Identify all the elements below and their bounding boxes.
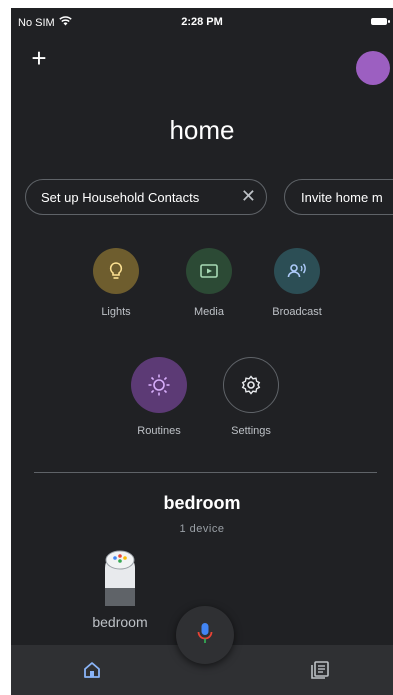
action-label: Routines	[137, 425, 181, 437]
gear-icon	[223, 357, 279, 413]
media-icon	[186, 248, 232, 294]
status-bar: No SIM 2:28 PM	[11, 8, 393, 34]
action-label: Broadcast	[272, 306, 322, 318]
app-screen: No SIM 2:28 PM + home Set up Household C…	[11, 8, 393, 695]
device-label: bedroom	[92, 614, 148, 630]
close-icon[interactable]: ✕	[241, 186, 256, 207]
smart-speaker-icon	[99, 546, 141, 608]
avatar[interactable]	[356, 51, 390, 85]
settings-action[interactable]: Settings	[206, 357, 296, 437]
broadcast-action[interactable]: Broadcast	[252, 248, 342, 318]
chip-label: Invite home m	[301, 189, 383, 205]
mic-icon	[197, 621, 213, 650]
action-label: Settings	[231, 425, 271, 437]
lights-action[interactable]: Lights	[71, 248, 161, 318]
home-title: home	[169, 115, 235, 145]
suggestion-chips: Set up Household Contacts ✕ Invite home …	[25, 179, 393, 219]
divider	[34, 472, 377, 473]
feed-icon[interactable]	[309, 659, 331, 681]
routines-icon	[131, 357, 187, 413]
broadcast-icon	[274, 248, 320, 294]
room-device-count: 1 device	[179, 523, 225, 535]
battery-icon	[371, 18, 390, 25]
home-icon[interactable]	[81, 659, 103, 681]
media-action[interactable]: Media	[164, 248, 254, 318]
routines-action[interactable]: Routines	[114, 357, 204, 437]
room-name: bedroom	[163, 493, 241, 513]
status-time: 2:28 PM	[181, 16, 223, 28]
device-tile[interactable]: bedroom	[75, 546, 165, 630]
chip-label: Set up Household Contacts	[41, 189, 200, 205]
household-contacts-chip[interactable]: Set up Household Contacts ✕	[25, 179, 267, 215]
bulb-icon	[93, 248, 139, 294]
action-label: Lights	[101, 306, 131, 318]
action-label: Media	[194, 306, 224, 318]
invite-home-chip[interactable]: Invite home m	[284, 179, 393, 215]
add-button[interactable]: +	[27, 45, 51, 71]
mic-button[interactable]	[176, 606, 234, 664]
